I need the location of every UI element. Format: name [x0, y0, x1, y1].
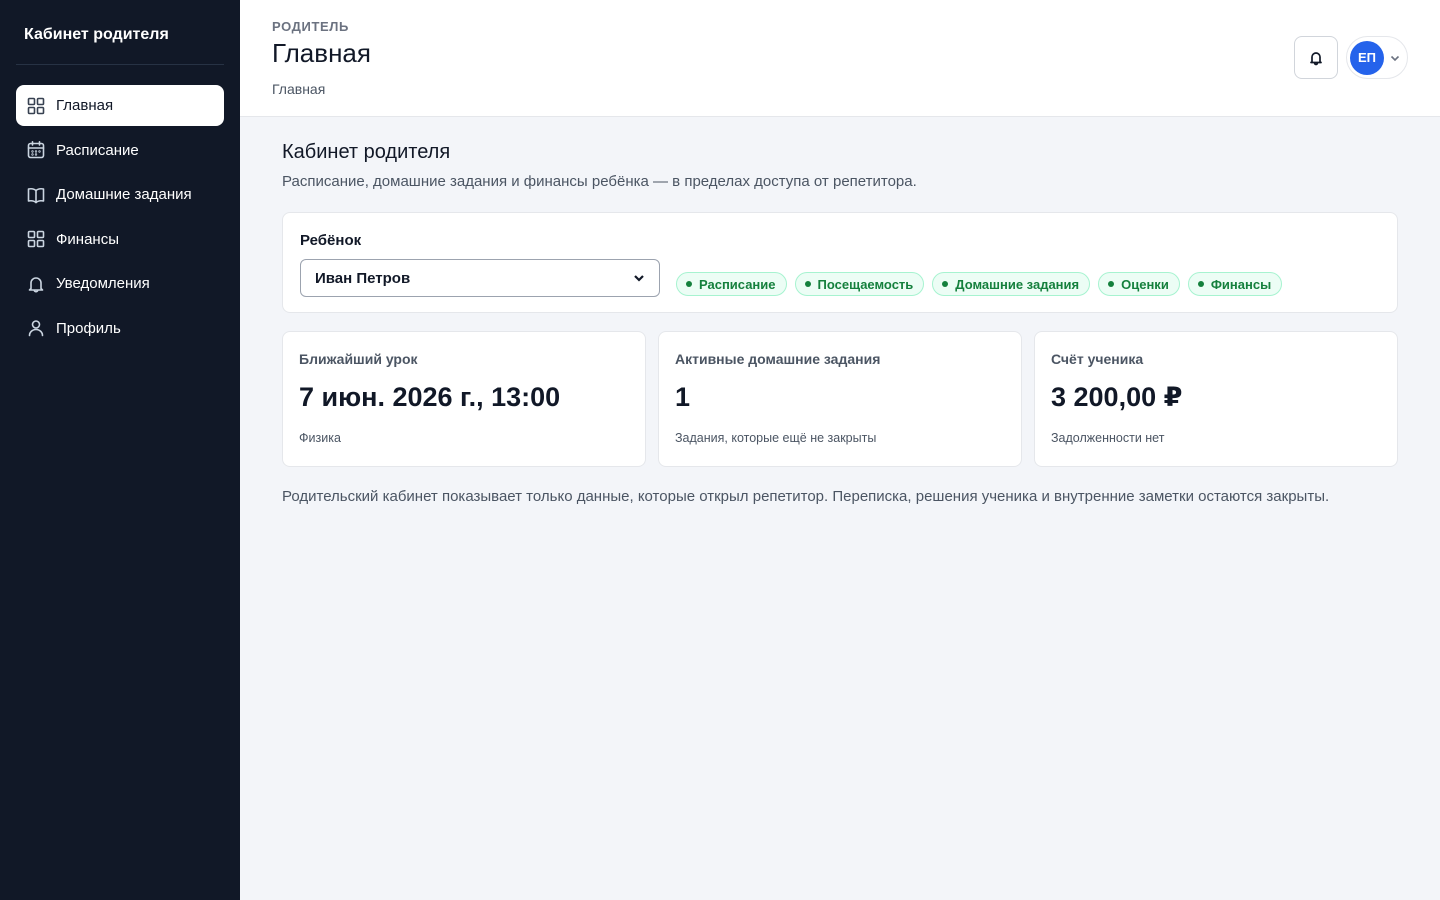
section-title: Кабинет родителя	[282, 141, 451, 163]
permission-badge: Домашние задания	[932, 272, 1091, 296]
sidebar-item-label: Финансы	[56, 230, 119, 248]
next-lesson-card: Ближайший урок 7 июн. 2026 г., 13:00 Физ…	[282, 331, 646, 467]
user-menu-button[interactable]: ЕП	[1346, 36, 1408, 79]
privacy-footnote: Родительский кабинет показывает только д…	[282, 488, 1330, 505]
sidebar-item-profile[interactable]: Профиль	[16, 308, 224, 349]
stat-label: Активные домашние задания	[675, 351, 881, 367]
permission-badge: Расписание	[676, 272, 787, 296]
student-balance-card: Счёт ученика 3 200,00 ₽ Задолженности не…	[1034, 331, 1398, 467]
sidebar-item-label: Уведомления	[56, 275, 150, 292]
stat-label: Ближайший урок	[299, 351, 418, 367]
sidebar-item-finance[interactable]: Финансы	[16, 219, 224, 260]
child-card: Ребёнок Иван Петров Расписание Посещаемо…	[282, 212, 1398, 313]
stat-label: Счёт ученика	[1051, 351, 1144, 367]
sidebar-item-label: Главная	[56, 97, 114, 114]
sidebar: Кабинет родителя Главная Расписание Дома…	[0, 0, 240, 900]
dot-icon	[686, 281, 692, 287]
chevron-down-icon	[633, 272, 645, 284]
dot-icon	[804, 281, 811, 287]
sidebar-item-schedule[interactable]: Расписание	[16, 130, 224, 171]
stat-value: 1	[675, 382, 691, 412]
grid-icon	[26, 229, 46, 249]
permission-label: Финансы	[1210, 276, 1272, 292]
avatar: ЕП	[1350, 40, 1384, 75]
calendar-icon	[26, 140, 46, 160]
stat-note: Физика	[299, 431, 341, 445]
child-label: Ребёнок	[300, 232, 362, 249]
stat-note: Задания, которые ещё не закрыты	[675, 431, 877, 445]
bell-icon	[26, 274, 46, 294]
stat-value: 7 июн. 2026 г., 13:00	[299, 382, 561, 412]
permission-label: Посещаемость	[817, 276, 914, 292]
dot-icon	[942, 281, 949, 287]
notifications-button[interactable]	[1294, 36, 1338, 79]
page-title: Главная	[272, 38, 371, 68]
sidebar-item-notifications[interactable]: Уведомления	[16, 263, 224, 304]
sidebar-item-home[interactable]: Главная	[16, 85, 224, 126]
dot-icon	[1108, 281, 1115, 287]
stats-row: Ближайший урок 7 июн. 2026 г., 13:00 Физ…	[282, 331, 1398, 467]
dashboard-icon	[26, 96, 46, 116]
sidebar-item-label: Профиль	[56, 319, 121, 337]
permission-badge: Финансы	[1187, 272, 1283, 296]
sidebar-brand: Кабинет родителя	[24, 26, 169, 43]
bell-icon	[1308, 50, 1324, 66]
permission-label: Расписание	[699, 276, 776, 292]
permission-label: Домашние задания	[955, 276, 1080, 292]
chevron-down-icon	[1390, 53, 1400, 63]
permission-badge: Посещаемость	[794, 272, 925, 296]
child-select[interactable]: Иван Петров	[300, 259, 660, 297]
user-icon	[26, 318, 46, 338]
sidebar-item-label: Домашние задания	[56, 186, 192, 203]
role-label: РОДИТЕЛЬ	[272, 19, 349, 34]
stat-note: Задолженности нет	[1051, 431, 1165, 445]
sidebar-divider	[16, 64, 224, 65]
book-icon	[26, 185, 46, 205]
section-subtitle: Расписание, домашние задания и финансы р…	[282, 173, 917, 190]
sidebar-item-homework[interactable]: Домашние задания	[16, 174, 224, 215]
sidebar-nav: Главная Расписание Домашние задания Фина…	[16, 85, 224, 352]
permission-label: Оценки	[1121, 276, 1169, 292]
child-select-value: Иван Петров	[315, 269, 411, 287]
permission-badge: Оценки	[1098, 272, 1180, 296]
page-header: РОДИТЕЛЬ Главная Главная ЕП	[240, 0, 1440, 117]
breadcrumb[interactable]: Главная	[272, 81, 325, 97]
stat-value: 3 200,00 ₽	[1051, 382, 1183, 412]
main-content: Кабинет родителя Расписание, домашние за…	[282, 141, 1398, 505]
dot-icon	[1197, 281, 1204, 287]
sidebar-item-label: Расписание	[56, 141, 139, 159]
permission-list: Расписание Посещаемость Домашние задания…	[676, 272, 1290, 296]
active-homework-card: Активные домашние задания 1 Задания, кот…	[658, 331, 1022, 467]
